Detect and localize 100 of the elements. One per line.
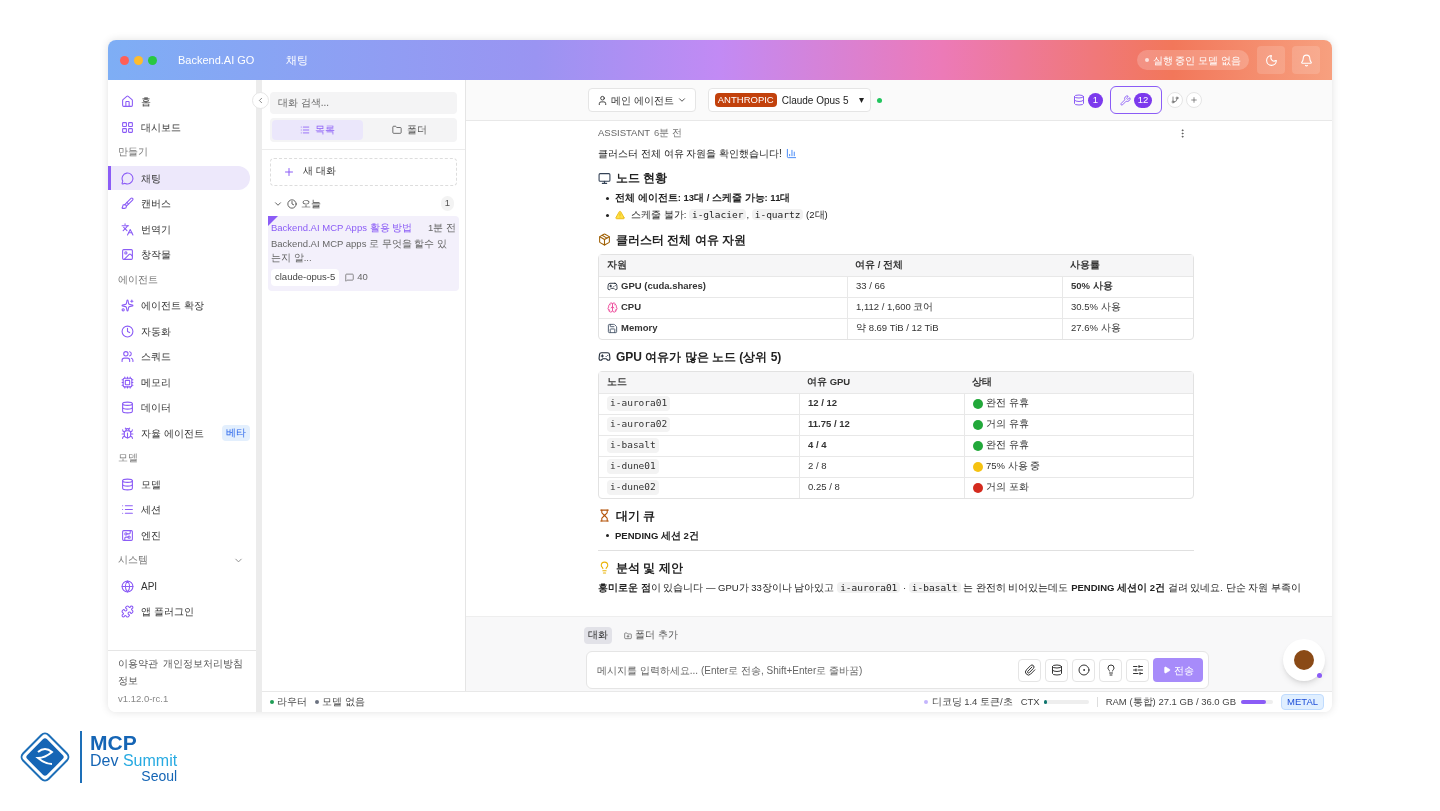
gamepad-icon	[598, 350, 611, 363]
sidebar-item[interactable]: 데이터	[108, 395, 250, 420]
sidebar-item[interactable]: 세션	[108, 497, 250, 522]
list-icon	[299, 124, 310, 135]
chevron-left-icon	[256, 96, 265, 105]
footer-link[interactable]: 이용약관	[118, 657, 158, 672]
clock-icon	[287, 198, 297, 209]
footer-link[interactable]: 정보	[118, 673, 138, 688]
sparkle-icon	[121, 299, 134, 312]
status-text: 모델 없음	[322, 694, 365, 709]
table-cell: 30.5% 사용	[1071, 300, 1121, 315]
notification-button[interactable]	[1292, 46, 1320, 74]
composer-tool-button[interactable]	[1126, 658, 1149, 682]
table-cell: 50% 사용	[1071, 279, 1113, 294]
view-tab[interactable]: 목록	[272, 119, 363, 140]
table-cell: 0.25 / 8	[808, 480, 840, 495]
play-icon	[1162, 666, 1171, 674]
column-header: 사용률	[1069, 257, 1101, 272]
table-cell: 1,112 / 1,600 코어	[856, 300, 934, 315]
sidebar-item[interactable]: 채팅	[108, 166, 250, 190]
sidebar-item[interactable]: 모델	[108, 472, 250, 496]
sidebar-item[interactable]: 앱 플러그인	[108, 599, 250, 624]
wrench-icon	[1119, 94, 1131, 106]
sidebar-item[interactable]: 자동화	[108, 319, 250, 343]
provider-badge: ANTHROPIC	[714, 92, 777, 108]
paperclip-icon	[1023, 664, 1036, 676]
sidebar-item[interactable]: 에이전트 확장	[108, 293, 250, 318]
sidebar-item[interactable]: 창작물	[108, 242, 250, 267]
tools-count-badge: 12	[1133, 92, 1153, 108]
table-cell: i-dune02	[607, 480, 659, 495]
table-cell: 약 8.69 TiB / 12 TiB	[856, 321, 939, 336]
ctx-label: CTX	[1020, 694, 1040, 709]
search-field[interactable]: 대화 검색...	[270, 91, 457, 114]
table-cell: 33 / 66	[856, 279, 886, 294]
list-icon	[121, 503, 134, 516]
image-icon	[121, 248, 134, 261]
translate-icon	[121, 222, 134, 236]
status-text: 라우터	[277, 694, 307, 709]
bell-icon	[1299, 53, 1313, 67]
group-header[interactable]: 오늘 1	[268, 194, 459, 213]
tools-button[interactable]: 12	[1110, 86, 1162, 114]
composer-tool-button[interactable]	[1018, 658, 1041, 682]
model-select[interactable]: ANTHROPIC Claude Opus 5 ▾	[707, 88, 871, 112]
sidebar-item[interactable]: 스쿼드	[108, 344, 250, 369]
database-icon	[1050, 664, 1063, 676]
view-tab[interactable]: 폴더	[364, 119, 455, 140]
branch-button[interactable]	[1167, 92, 1183, 108]
chevron-icon	[676, 95, 687, 105]
composer-tool-button[interactable]	[1045, 658, 1068, 682]
database-icon	[121, 401, 134, 414]
monitor-icon	[598, 171, 611, 185]
beta-badge: 베타	[222, 424, 250, 442]
footer-link[interactable]: 개인정보처리방침	[163, 657, 243, 672]
analysis-paragraph: 흥미로운 점 이 있습니다 — GPU가 33장이나 남아있고 i-aurora01 · i-basalt 는 완전히 비어있는데도 PENDING 세션이 2건 걸려 있네요. 단순 자원 부족이	[598, 580, 1301, 595]
section-heading: 노드 현황	[616, 170, 668, 187]
logo-city: Seoul	[141, 768, 178, 783]
logo-subtitle: Dev Summit	[90, 752, 178, 769]
sidebar-item[interactable]: API	[108, 574, 250, 598]
sidebar-item[interactable]: 메모리	[108, 370, 250, 394]
composer-tab[interactable]: 폴더 추가	[620, 627, 682, 644]
target-icon	[1077, 664, 1090, 676]
message-time: 6분 전	[654, 125, 683, 140]
conversation-item[interactable]: Backend.AI MCP Apps 활용 방법 1분 전 Backend.AI MCP apps 로 무엇을 할수 있는지 알... claude-opus-5 40	[268, 215, 459, 291]
plus-icon	[283, 165, 295, 178]
table-cell: 75% 사용 중	[986, 459, 1041, 474]
table-cell: 거의 포화	[986, 480, 1029, 495]
database-icon[interactable]	[1073, 94, 1085, 106]
table-cell: CPU	[621, 300, 642, 315]
add-button[interactable]	[1186, 92, 1202, 108]
puzzle-icon	[121, 605, 134, 618]
sidebar-item[interactable]: 대시보드	[108, 115, 250, 139]
theme-button[interactable]	[1257, 46, 1285, 74]
new-conversation-button[interactable]: 새 대화	[270, 157, 457, 186]
table-cell: 완전 유휴	[986, 396, 1029, 411]
column-header: 여유 GPU	[806, 374, 852, 389]
column-header: 노드	[606, 374, 628, 389]
brush-icon	[121, 197, 134, 210]
package-icon	[598, 233, 611, 246]
column-header: 여유 / 전체	[854, 257, 904, 272]
sidebar-item[interactable]: 자율 에이전트 베타	[108, 421, 250, 445]
table-cell: Memory	[621, 321, 658, 336]
sliders-icon	[1131, 664, 1144, 676]
corner-marker	[268, 215, 278, 226]
home-icon	[121, 95, 134, 108]
composer-tool-button[interactable]	[1072, 658, 1095, 682]
table-cell: i-aurora02	[607, 417, 671, 432]
bullet-text: 전체 에이전트: 13대 / 스케줄 가능: 11대	[615, 191, 791, 205]
sidebar-item[interactable]: 번역기	[108, 217, 250, 241]
database-icon	[121, 477, 134, 491]
conversation-title: Backend.AI MCP Apps 활용 방법	[271, 220, 413, 235]
people-icon	[121, 350, 134, 363]
sidebar-item[interactable]: 엔진	[108, 523, 250, 547]
conversation-preview: Backend.AI MCP apps 로 무엇을 할수 있는지 알...	[271, 236, 448, 265]
branch-icon	[1171, 96, 1179, 104]
sidebar-item[interactable]: 홈	[108, 89, 250, 114]
agent-dropdown[interactable]: 메인 에이전트	[588, 88, 696, 112]
table-cell: 4 / 4	[808, 438, 827, 453]
logo-title: MCP	[90, 731, 138, 753]
sidebar-item[interactable]: 캔버스	[108, 191, 250, 216]
composer-tab[interactable]: 대화	[584, 627, 612, 644]
